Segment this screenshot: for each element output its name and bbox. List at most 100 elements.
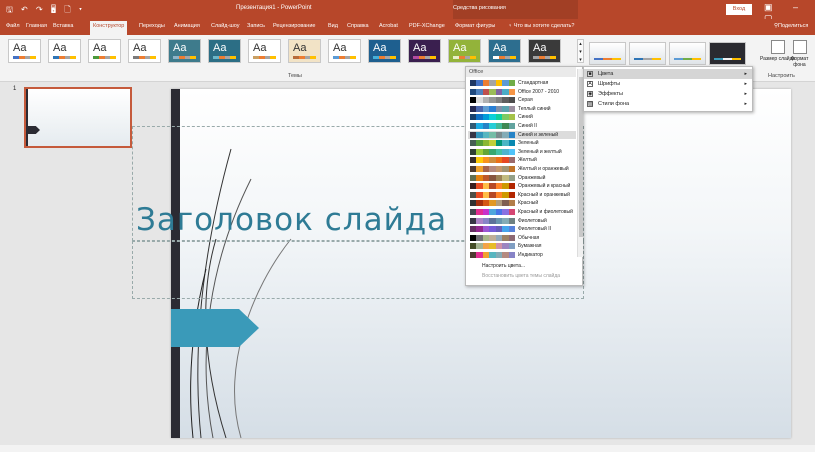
theme-thumbnail[interactable]: Aa — [248, 39, 281, 63]
color-scheme-name: Красный и фиолетовый — [518, 209, 573, 215]
theme-color-strip — [333, 56, 356, 59]
theme-thumbnail[interactable]: Aa — [448, 39, 481, 63]
gallery-scroll[interactable]: ▴ ▾ ▾ — [577, 39, 584, 63]
tab-record[interactable]: Запись — [247, 23, 265, 29]
variant-thumbnail[interactable] — [669, 42, 706, 65]
variant-thumbnail[interactable] — [709, 42, 746, 65]
color-swatch-strip — [470, 123, 515, 129]
tab-acrobat[interactable]: Acrobat — [379, 23, 398, 29]
theme-sample-text: Aa — [253, 42, 267, 54]
menu-item-background-styles[interactable]: ▨ Стили фона ▸ — [584, 99, 752, 109]
tab-review[interactable]: Рецензирование — [273, 23, 315, 29]
color-swatch-strip — [470, 105, 515, 112]
color-scheme-item[interactable]: Оранжевый и красный — [468, 182, 576, 190]
ribbon-tabs: Файл Главная Вставка Конструктор Переход… — [0, 19, 815, 35]
color-scheme-item[interactable]: Office 2007 - 2010 — [468, 88, 576, 96]
color-scheme-name: Серая — [518, 97, 533, 104]
color-scheme-name: Желтый — [518, 157, 537, 164]
customize-group-label: Настроить — [768, 73, 795, 79]
tab-insert[interactable]: Вставка — [53, 23, 73, 29]
variant-thumbnail[interactable] — [629, 42, 666, 65]
window-title: Презентация1 - PowerPoint — [236, 5, 312, 11]
theme-sample-text: Aa — [453, 42, 467, 54]
theme-thumbnail[interactable]: Aa — [168, 39, 201, 63]
theme-thumbnail[interactable]: Aa — [88, 39, 121, 63]
theme-thumbnail[interactable]: Aa — [408, 39, 441, 63]
theme-sample-text: Aa — [133, 42, 147, 54]
color-scheme-item[interactable]: Теплый синий — [468, 105, 576, 113]
tab-pdfxchange[interactable]: PDF-XChange — [409, 23, 445, 29]
slide-arrow-shape[interactable] — [171, 309, 261, 347]
tellme-input[interactable]: ♀ Что вы хотите сделать? — [508, 23, 574, 29]
color-scheme-item[interactable]: Индикатор — [468, 251, 576, 259]
theme-thumbnail[interactable]: Aa — [128, 39, 161, 63]
color-swatch-strip — [470, 217, 515, 224]
theme-color-strip — [93, 56, 116, 59]
color-scheme-name: Синий II — [518, 123, 537, 129]
color-scheme-item[interactable]: Желтый и оранжевый — [468, 165, 576, 173]
color-scheme-item[interactable]: Обычная — [468, 234, 576, 242]
theme-thumbnail[interactable]: Aa — [328, 39, 361, 63]
tab-transitions[interactable]: Переходы — [139, 23, 165, 29]
color-scheme-item[interactable]: Красный и оранжевый — [468, 191, 576, 199]
color-scheme-item[interactable]: Серая — [468, 96, 576, 104]
color-scheme-item[interactable]: Стандартная — [468, 79, 576, 87]
color-scheme-name: Оранжевый — [518, 174, 546, 181]
color-scheme-item[interactable]: Бумажная — [468, 242, 576, 250]
color-scheme-item[interactable]: Синий — [468, 113, 576, 121]
theme-thumbnail[interactable]: Aa — [368, 39, 401, 63]
menu-item-fonts[interactable]: A Шрифты ▸ — [584, 79, 752, 89]
variant-color-strip — [634, 58, 661, 60]
signin-button[interactable]: Вход — [726, 4, 752, 15]
slide-title[interactable]: Заголовок слайда — [136, 202, 447, 238]
tab-shape-format[interactable]: Формат фигуры — [455, 23, 495, 29]
color-swatch-strip — [470, 131, 515, 138]
theme-sample-text: Aa — [373, 42, 387, 54]
tab-home[interactable]: Главная — [26, 23, 47, 29]
customize-colors-item[interactable]: Настроить цвета... — [482, 263, 525, 269]
slide-thumbnail[interactable] — [24, 87, 132, 148]
format-background-button[interactable]: Формат фона — [784, 40, 815, 68]
theme-color-strip — [533, 56, 556, 59]
reset-colors-item[interactable]: Восстановить цвета темы слайда — [482, 273, 560, 279]
color-scheme-item[interactable]: Фиолетовый II — [468, 225, 576, 233]
color-scheme-name: Теплый синий — [518, 105, 551, 112]
colors-dropdown: Office Стандартная Office 2007 - 2010 Сера… — [465, 66, 583, 286]
color-scheme-name: Красный и оранжевый — [518, 191, 570, 198]
quick-access-toolbar[interactable]: 🖫 ↶ ↷ 🖥 🗋 ▾ — [6, 4, 85, 18]
title-bar: 🖫 ↶ ↷ 🖥 🗋 ▾ Презентация1 - PowerPoint Ср… — [0, 0, 815, 23]
color-scheme-item[interactable]: Красный — [468, 199, 576, 207]
tab-help[interactable]: Справка — [347, 23, 369, 29]
color-scheme-item[interactable]: Синий и зеленый — [468, 130, 576, 139]
color-scheme-item[interactable]: Зеленый — [468, 139, 576, 147]
theme-thumbnail[interactable]: Aa — [288, 39, 321, 63]
tab-file[interactable]: Файл — [6, 23, 20, 29]
theme-color-strip — [53, 56, 76, 59]
variant-thumbnail[interactable] — [589, 42, 626, 65]
color-scheme-item[interactable]: Оранжевый — [468, 174, 576, 182]
theme-thumbnail[interactable]: Aa — [488, 39, 521, 63]
color-scheme-item[interactable]: Фиолетовый — [468, 217, 576, 225]
theme-thumbnail[interactable]: Aa — [8, 39, 41, 63]
menu-item-effects[interactable]: ◉ Эффекты ▸ — [584, 89, 752, 99]
theme-sample-text: Aa — [493, 42, 507, 54]
chevron-right-icon: ▸ — [744, 81, 747, 87]
theme-thumbnail[interactable]: Aa — [528, 39, 561, 63]
color-scheme-item[interactable]: Синий II — [468, 122, 576, 130]
tab-slideshow[interactable]: Слайд-шоу — [211, 23, 240, 29]
tab-view[interactable]: Вид — [328, 23, 338, 29]
color-swatch-strip — [470, 148, 515, 155]
share-button[interactable]: ⚲Поделиться — [774, 23, 808, 29]
tab-animations[interactable]: Анимация — [174, 23, 200, 29]
color-scheme-item[interactable]: Желтый — [468, 156, 576, 164]
color-scheme-item[interactable]: Зеленый и желтый — [468, 148, 576, 156]
color-scheme-item[interactable]: Красный и фиолетовый — [468, 208, 576, 216]
menu-item-colors[interactable]: ■ Цвета ▸ — [584, 69, 752, 79]
theme-thumbnail[interactable]: Aa — [208, 39, 241, 63]
themes-group-label: Темы — [288, 73, 302, 79]
share-label: Поделиться — [778, 23, 809, 29]
theme-color-strip — [173, 56, 196, 59]
theme-thumbnail[interactable]: Aa — [48, 39, 81, 63]
tab-design[interactable]: Конструктор — [90, 21, 128, 35]
color-scheme-name: Обычная — [518, 234, 540, 241]
